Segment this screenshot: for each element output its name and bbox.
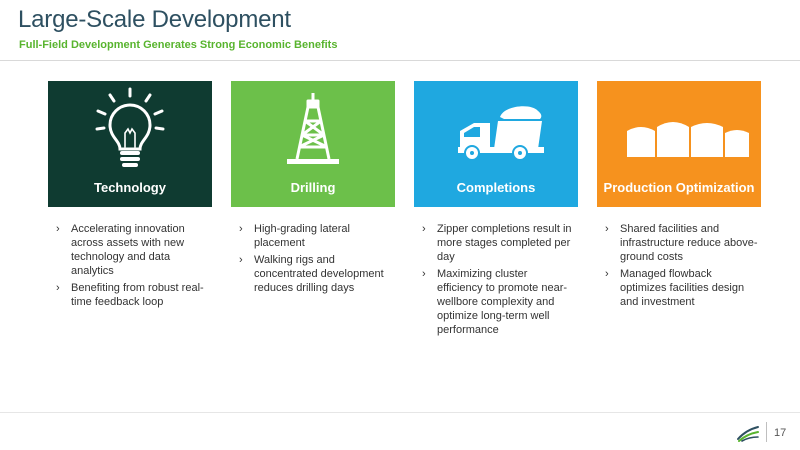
bullet-text: Accelerating innovation across assets wi… <box>71 223 185 277</box>
page-title: Large-Scale Development <box>18 6 291 33</box>
list-item: › Accelerating innovation across assets w… <box>52 222 210 278</box>
header-divider <box>0 60 800 61</box>
list-item: › Zipper completions result in more stage… <box>418 222 576 264</box>
bullet-marker: › <box>239 223 243 235</box>
lightbulb-icon <box>95 87 165 167</box>
technology-tile: Technology <box>48 81 212 207</box>
list-item: › Maximizing cluster efficiency to promot… <box>418 267 576 337</box>
drilling-rig-icon <box>287 93 339 164</box>
page-subtitle: Full-Field Development Generates Strong … <box>19 39 338 51</box>
bullet-marker: › <box>56 223 60 235</box>
footer-separator <box>766 422 767 442</box>
bullet-text: Zipper completions result in more stages… <box>437 223 572 263</box>
list-item: › Shared facilities and infrastructure re… <box>601 222 759 264</box>
company-logo-icon <box>737 426 759 442</box>
list-item: › Walking rigs and concentrated developme… <box>235 253 393 295</box>
list-item: › Benefiting from robust real-time feedba… <box>52 281 210 309</box>
list-item: › Managed flowback optimizes facilities d… <box>601 267 759 309</box>
bullet-marker: › <box>605 223 609 235</box>
completions-bullet-list: › Zipper completions result in more stage… <box>418 222 576 340</box>
storage-tanks-icon <box>627 122 749 157</box>
production-optimization-label: Production Optimization <box>603 180 755 195</box>
footer-divider <box>0 412 800 413</box>
bullet-text: Walking rigs and concentrated developmen… <box>254 254 384 294</box>
production-optimization-bullet-list: › Shared facilities and infrastructure re… <box>601 222 759 312</box>
technology-bullet-list: › Accelerating innovation across assets w… <box>52 222 210 312</box>
page-number: 17 <box>774 427 787 439</box>
technology-label: Technology <box>94 180 166 195</box>
drilling-bullet-list: › High-grading lateral placement › Walking… <box>235 222 393 298</box>
bullet-text: Shared facilities and infrastructure red… <box>620 223 758 263</box>
completions-tile: Completions <box>414 81 578 207</box>
list-item: › High-grading lateral placement <box>235 222 393 250</box>
completions-label: Completions <box>456 180 536 195</box>
bullet-text: Managed flowback optimizes facilities de… <box>620 268 745 308</box>
bullet-text: High-grading lateral placement <box>254 223 350 249</box>
bullet-marker: › <box>422 223 426 235</box>
bullet-text: Benefiting from robust real-time feedbac… <box>71 282 204 308</box>
drilling-tile: Drilling <box>231 81 395 207</box>
sand-truck-icon <box>458 106 544 161</box>
bullet-marker: › <box>422 268 426 280</box>
drilling-label: Drilling <box>290 180 336 195</box>
bullet-marker: › <box>605 268 609 280</box>
bullet-text: Maximizing cluster efficiency to promote… <box>437 268 568 336</box>
bullet-marker: › <box>239 254 243 266</box>
production-optimization-tile: Production Optimization <box>597 81 761 207</box>
bullet-marker: › <box>56 282 60 294</box>
